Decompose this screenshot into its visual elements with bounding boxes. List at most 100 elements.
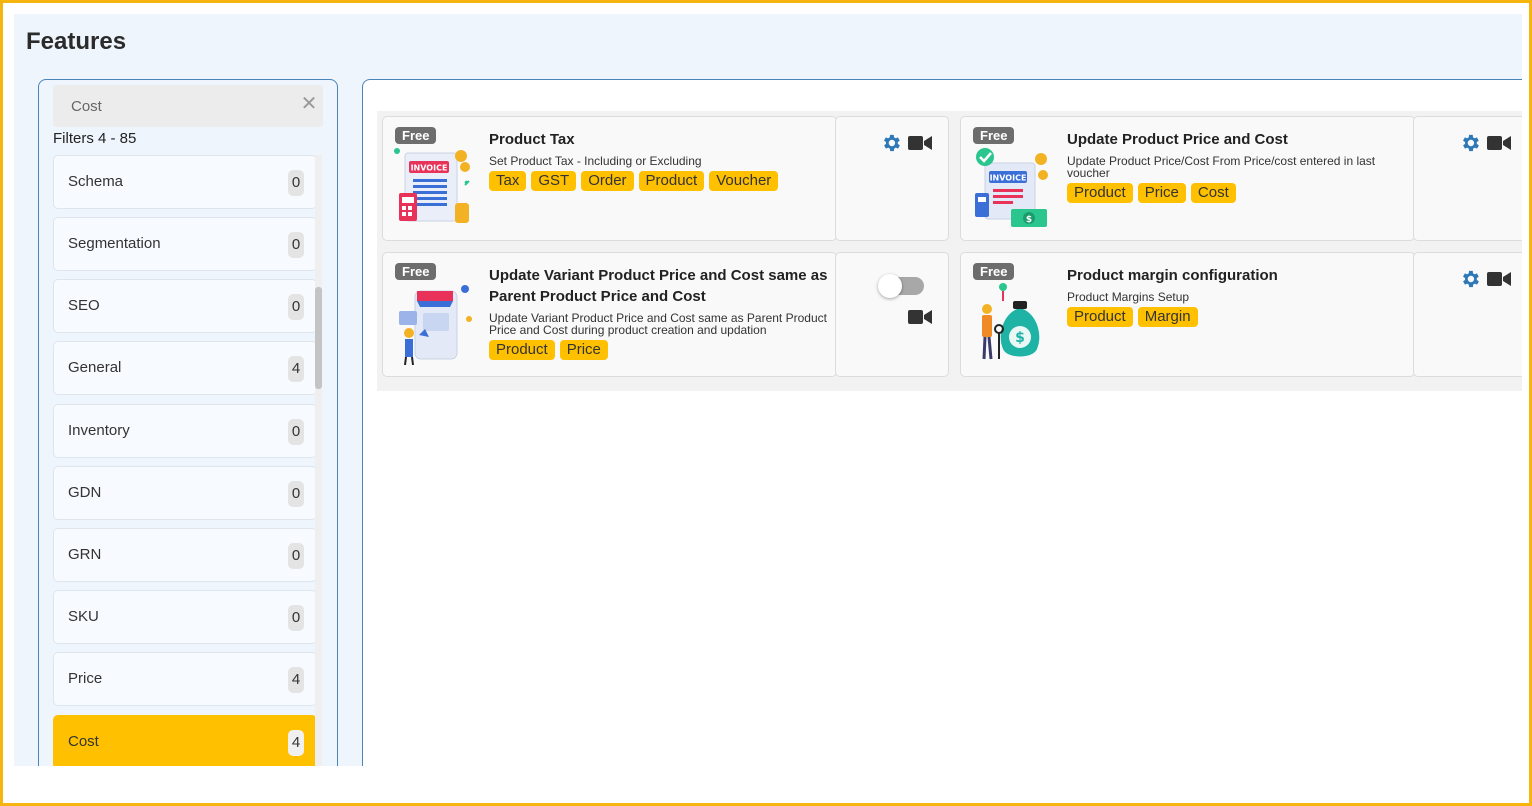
card-description-line: Update Product Price/Cost From Price/cos… — [1067, 154, 1376, 168]
card-title-line: Parent Product Price and Cost — [489, 288, 706, 305]
feature-card-update-price-cost[interactable]: Free INVOICE $ Update Product Price and … — [960, 116, 1415, 241]
card-actions — [835, 252, 949, 377]
filter-item-grn[interactable]: GRN 0 — [53, 528, 317, 582]
tag: GST — [531, 171, 577, 191]
card-description-line: Price and Cost during product creation a… — [489, 323, 767, 337]
search-value: Cost — [71, 98, 102, 115]
tag: Product — [489, 340, 555, 360]
card-description: Set Product Tax - Including or Excluding — [489, 154, 702, 168]
filter-count-badge: 4 — [288, 730, 304, 756]
card-actions — [835, 116, 949, 241]
card-description-line: voucher — [1067, 166, 1110, 180]
filter-item-schema[interactable]: Schema 0 — [53, 155, 317, 209]
card-title: Product Tax — [489, 131, 575, 148]
video-camera-icon[interactable] — [908, 309, 932, 325]
filter-count: Filters 4 - 85 — [53, 130, 137, 147]
invoice-illustration-icon: INVOICE — [394, 148, 470, 223]
card-title-line: Update Variant Product Price and Cost sa… — [489, 267, 828, 284]
filter-count-badge: 4 — [288, 356, 304, 382]
filter-label: SEO — [68, 297, 100, 314]
close-icon[interactable]: ✕ — [299, 94, 319, 114]
tag-list: Tax GST Order Product Voucher — [489, 171, 779, 191]
filter-item-general[interactable]: General 4 — [53, 341, 317, 395]
gear-icon[interactable] — [1459, 132, 1481, 154]
tag: Product — [1067, 183, 1133, 203]
filter-label: SKU — [68, 608, 99, 625]
tag-list: Product Price Cost — [1067, 183, 1236, 203]
svg-text:INVOICE: INVOICE — [411, 164, 448, 173]
filter-label: Segmentation — [68, 235, 161, 252]
feature-cards-grid: Free INVOICE Product Tax Set Product Tax… — [377, 111, 1522, 391]
filter-item-price[interactable]: Price 4 — [53, 652, 317, 706]
video-camera-icon[interactable] — [1487, 135, 1511, 151]
card-title: Product margin configuration — [1067, 267, 1278, 284]
free-badge: Free — [395, 263, 437, 280]
filter-count-badge: 0 — [288, 543, 304, 569]
filter-item-segmentation[interactable]: Segmentation 0 — [53, 217, 317, 271]
filter-count-badge: 4 — [288, 667, 304, 693]
filter-label: Schema — [68, 173, 124, 190]
svg-text:INVOICE: INVOICE — [990, 174, 1027, 183]
gear-icon[interactable] — [880, 132, 902, 154]
filter-sidebar: Cost ✕ Filters 4 - 85 Schema 0 Segmentat… — [38, 79, 338, 766]
card-actions — [1413, 252, 1522, 377]
tag: Product — [638, 171, 705, 191]
video-camera-icon[interactable] — [1487, 271, 1511, 287]
card-description: Update Variant Product Price and Cost sa… — [489, 312, 827, 336]
feature-card-product-tax[interactable]: Free INVOICE Product Tax Set Product Tax… — [382, 116, 837, 241]
svg-text:$: $ — [1015, 330, 1025, 346]
feature-card-product-margin[interactable]: Free $ Product margin configuration Prod… — [960, 252, 1415, 377]
tag: Voucher — [709, 171, 779, 191]
online-store-illustration-icon — [399, 285, 472, 365]
tag: Tax — [489, 171, 527, 191]
free-badge: Free — [395, 127, 437, 144]
filter-item-seo[interactable]: SEO 0 — [53, 279, 317, 333]
filter-label: Inventory — [68, 422, 130, 439]
filter-count-badge: 0 — [288, 232, 304, 258]
filter-count-badge: 0 — [288, 605, 304, 631]
tag-list: Product Price — [489, 340, 608, 360]
filter-item-sku[interactable]: SKU 0 — [53, 590, 317, 644]
tag-list: Product Margin — [1067, 307, 1198, 327]
tag: Product — [1067, 307, 1133, 327]
filter-label: Cost — [68, 733, 99, 750]
filter-item-inventory[interactable]: Inventory 0 — [53, 404, 317, 458]
tag: Margin — [1137, 307, 1198, 327]
search-input[interactable]: Cost ✕ — [53, 85, 323, 127]
filter-label: GRN — [68, 546, 102, 563]
video-camera-icon[interactable] — [908, 135, 932, 151]
tag: Price — [1137, 183, 1186, 203]
toggle-knob — [878, 274, 902, 298]
feature-card-update-variant-price-cost[interactable]: Free Update Variant Product Price and Co… — [382, 252, 837, 377]
enable-toggle-switch[interactable] — [878, 274, 924, 298]
card-description: Update Product Price/Cost From Price/cos… — [1067, 155, 1375, 179]
filter-count-badge: 0 — [288, 170, 304, 196]
tag: Price — [559, 340, 608, 360]
tag: Order — [581, 171, 634, 191]
filter-count-badge: 0 — [288, 481, 304, 507]
free-badge: Free — [973, 127, 1015, 144]
tag: Cost — [1190, 183, 1236, 203]
card-title: Update Product Price and Cost — [1067, 131, 1288, 148]
card-actions — [1413, 116, 1522, 241]
filter-count-badge: 0 — [288, 419, 304, 445]
filter-label: Price — [68, 670, 103, 687]
free-badge: Free — [973, 263, 1015, 280]
filter-item-cost[interactable]: Cost 4 — [53, 715, 317, 766]
filter-label: General — [68, 359, 122, 376]
sidebar-scrollbar-thumb[interactable] — [315, 287, 322, 389]
filter-list: Schema 0 Segmentation 0 SEO 0 General 4 … — [53, 155, 317, 766]
invoice-check-illustration-icon: INVOICE $ — [975, 148, 1048, 227]
svg-text:$: $ — [1026, 215, 1032, 225]
filter-item-gdn[interactable]: GDN 0 — [53, 466, 317, 520]
gear-icon[interactable] — [1459, 268, 1481, 290]
money-bag-illustration-icon: $ — [982, 283, 1040, 360]
card-title: Update Variant Product Price and Cost sa… — [489, 265, 827, 307]
sidebar-scrollbar-track[interactable] — [315, 155, 322, 766]
filter-count-badge: 0 — [288, 294, 304, 320]
page-title: Features — [26, 28, 127, 55]
filter-label: GDN — [68, 484, 102, 501]
features-panel: Free INVOICE Product Tax Set Product Tax… — [362, 79, 1522, 766]
features-page: Features Cost ✕ Filters 4 - 85 Schema 0 … — [14, 14, 1522, 766]
card-description: Product Margins Setup — [1067, 290, 1190, 304]
